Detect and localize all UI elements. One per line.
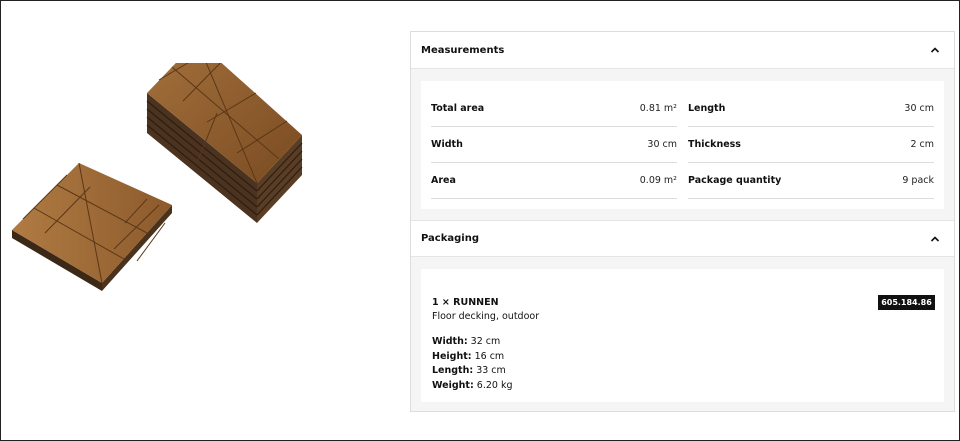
dimension-row: Width: 32 cm <box>432 335 513 350</box>
measurements-left-column: Total area 0.81 m² Width 30 cm Area 0.09… <box>431 91 677 199</box>
measurement-label: Length <box>688 103 726 114</box>
measurement-value: 30 cm <box>904 103 934 114</box>
single-tile <box>12 162 172 291</box>
measurement-label: Width <box>431 139 463 150</box>
packaging-accordion-header[interactable]: Packaging <box>411 220 954 257</box>
chevron-up-icon[interactable] <box>929 233 941 245</box>
measurement-row: Area 0.09 m² <box>431 163 677 199</box>
measurements-card: Total area 0.81 m² Width 30 cm Area 0.09… <box>421 81 944 209</box>
dimension-label: Height: <box>432 350 472 362</box>
measurement-value: 9 pack <box>902 175 934 186</box>
dimension-label: Length: <box>432 365 474 376</box>
product-image <box>7 40 311 295</box>
dimension-value: 6.20 kg <box>476 379 513 391</box>
measurement-label: Area <box>431 175 456 186</box>
measurement-label: Total area <box>431 103 485 114</box>
measurement-row: Width 30 cm <box>431 127 677 163</box>
measurement-row: Total area 0.81 m² <box>431 91 677 127</box>
measurement-value: 30 cm <box>647 139 677 150</box>
packaging-card: 1 × RUNNEN Floor decking, outdoor 605.18… <box>421 269 944 402</box>
packaging-title: Packaging <box>421 233 479 244</box>
measurements-title: Measurements <box>421 44 505 56</box>
dimension-row: Length: 33 cm <box>432 364 513 379</box>
dimension-row: Weight: 6.20 kg <box>432 379 513 394</box>
measurement-value: 2 cm <box>910 139 934 150</box>
dimension-label: Width: <box>432 336 468 347</box>
dimension-value: 32 cm <box>470 336 501 347</box>
floor-decking-tiles-image <box>12 40 303 291</box>
dimension-value: 33 cm <box>476 365 506 376</box>
article-number-badge: 605.184.86 <box>878 295 935 310</box>
product-details-panel: Measurements Total area 0.81 m² Width 30… <box>410 31 955 412</box>
measurement-value: 0.09 m² <box>639 175 677 186</box>
page-frame: Measurements Total area 0.81 m² Width 30… <box>0 0 960 441</box>
measurement-label: Package quantity <box>688 175 782 186</box>
package-description: Floor decking, outdoor <box>432 311 540 322</box>
tile-stack <box>146 40 303 223</box>
chevron-up-icon[interactable] <box>929 44 941 56</box>
dimension-value: 16 cm <box>474 350 505 362</box>
measurements-accordion-header[interactable]: Measurements <box>411 32 954 69</box>
dimension-row: Height: 16 cm <box>432 350 513 365</box>
package-name: 1 × RUNNEN <box>432 297 499 308</box>
measurement-value: 0.81 m² <box>639 103 677 114</box>
measurement-label: Thickness <box>688 139 741 150</box>
measurement-row: Thickness 2 cm <box>688 127 934 163</box>
measurement-row: Length 30 cm <box>688 91 934 127</box>
measurement-row: Package quantity 9 pack <box>688 163 934 199</box>
measurements-right-column: Length 30 cm Thickness 2 cm Package quan… <box>688 91 934 199</box>
package-dimensions: Width: 32 cm Height: 16 cm Length: 33 cm… <box>432 335 513 393</box>
dimension-label: Weight: <box>432 379 474 391</box>
